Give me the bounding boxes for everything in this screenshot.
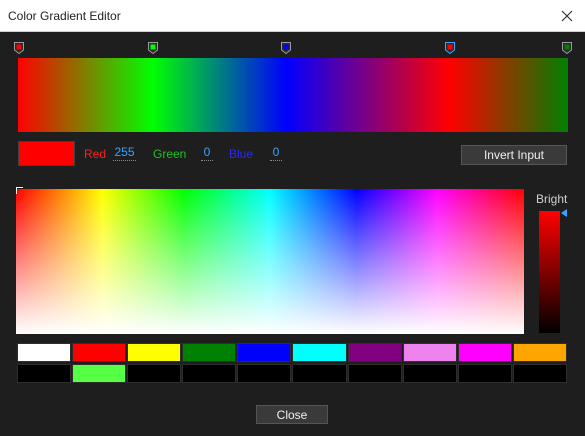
gradient-stop-5[interactable]: [562, 42, 572, 55]
palette-swatch[interactable]: [402, 364, 457, 383]
palette-swatch[interactable]: [17, 364, 72, 383]
palette-swatch[interactable]: [237, 364, 292, 383]
red-label: Red: [84, 147, 107, 161]
palette-swatch[interactable]: [72, 343, 127, 362]
palette-swatch[interactable]: [512, 364, 567, 383]
color-picker-area[interactable]: [16, 189, 524, 334]
window-close-button[interactable]: [555, 4, 579, 28]
palette-swatch[interactable]: [17, 343, 72, 362]
close-icon: [561, 10, 573, 22]
bright-label: Bright: [536, 192, 568, 206]
color-palette: [17, 343, 567, 383]
red-value-field[interactable]: 255: [113, 145, 136, 161]
gradient-stop-icon: [147, 42, 158, 55]
palette-swatch[interactable]: [512, 343, 567, 362]
blue-label: Blue: [229, 147, 254, 161]
palette-swatch[interactable]: [237, 343, 292, 362]
gradient-stop-1[interactable]: [14, 42, 24, 55]
gradient-stop-3[interactable]: [281, 42, 292, 55]
palette-swatch[interactable]: [72, 364, 127, 383]
palette-swatch[interactable]: [347, 343, 402, 362]
gradient-stop-icon: [281, 42, 292, 55]
window-title: Color Gradient Editor: [8, 9, 121, 23]
palette-swatch[interactable]: [457, 343, 512, 362]
palette-swatch[interactable]: [127, 343, 182, 362]
brightness-slider[interactable]: [539, 211, 560, 333]
gradient-stop-icon: [14, 42, 24, 55]
blue-value-field[interactable]: 0: [270, 145, 282, 161]
gradient-stop-icon: [444, 42, 455, 55]
palette-swatch[interactable]: [182, 364, 237, 383]
palette-swatch[interactable]: [127, 364, 182, 383]
green-value-field[interactable]: 0: [201, 145, 213, 161]
palette-swatch[interactable]: [347, 364, 402, 383]
picker-cursor[interactable]: [16, 187, 23, 194]
palette-swatch[interactable]: [402, 343, 457, 362]
gradient-stop-4[interactable]: [444, 42, 455, 55]
palette-swatch[interactable]: [182, 343, 237, 362]
current-color-swatch: [18, 141, 75, 166]
gradient-stop-icon: [562, 42, 572, 55]
title-bar: Color Gradient Editor: [0, 0, 585, 32]
gradient-preview-bar[interactable]: [18, 58, 568, 132]
editor-body: Red 255 Green 0 Blue 0 Invert Input Brig…: [0, 32, 585, 436]
palette-swatch[interactable]: [292, 343, 347, 362]
gradient-stop-2[interactable]: [147, 42, 158, 55]
green-label: Green: [153, 147, 187, 161]
palette-swatch[interactable]: [292, 364, 347, 383]
invert-input-button[interactable]: Invert Input: [461, 145, 567, 165]
palette-swatch[interactable]: [457, 364, 512, 383]
close-button[interactable]: Close: [256, 405, 328, 424]
brightness-handle[interactable]: [561, 209, 567, 217]
